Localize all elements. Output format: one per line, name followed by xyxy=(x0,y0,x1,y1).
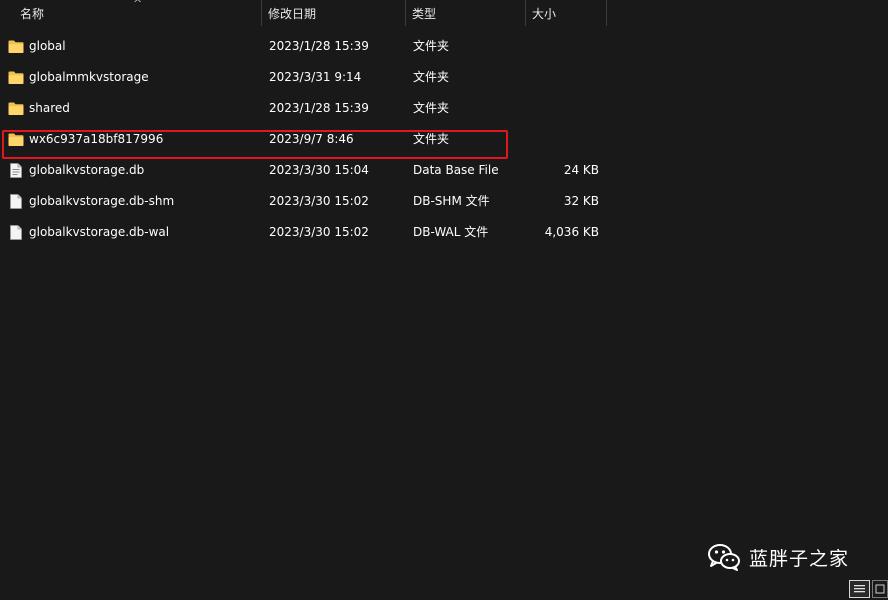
file-size xyxy=(527,31,599,62)
column-divider[interactable] xyxy=(606,0,607,26)
file-name: globalkvstorage.db-wal xyxy=(29,225,170,239)
column-header-name-label: 名称 xyxy=(20,7,45,21)
large-icons-view-button[interactable] xyxy=(872,580,888,598)
file-modified-date: 2023/3/30 15:02 xyxy=(269,194,369,208)
file-name: globalmmkvstorage xyxy=(29,70,149,84)
file-type: 文件夹 xyxy=(413,101,450,115)
column-header-bar: 名称 ^ 修改日期 类型 大小 xyxy=(0,0,888,26)
file-row[interactable]: global 2023/1/28 15:39 文件夹 xyxy=(0,31,610,62)
watermark-text: 蓝胖子之家 xyxy=(749,547,850,570)
file-size: 24 KB xyxy=(563,163,599,177)
sort-chevron-icon: ^ xyxy=(133,0,143,10)
file-modified-date: 2023/1/28 15:39 xyxy=(269,39,369,53)
column-header-size[interactable]: 大小 xyxy=(526,0,606,26)
file-size xyxy=(527,124,599,155)
file-modified-date: 2023/1/28 15:39 xyxy=(269,101,369,115)
folder-icon xyxy=(8,39,24,54)
file-modified-date: 2023/3/30 15:04 xyxy=(269,163,369,177)
file-name: shared xyxy=(29,101,70,115)
file-row[interactable]: globalmmkvstorage 2023/3/31 9:14 文件夹 xyxy=(0,62,610,93)
file-size: 4,036 KB xyxy=(544,225,599,239)
file-modified-date: 2023/3/30 15:02 xyxy=(269,225,369,239)
folder-icon xyxy=(8,70,24,85)
watermark: 蓝胖子之家 xyxy=(707,541,849,573)
file-icon xyxy=(8,194,24,209)
file-row[interactable]: globalkvstorage.db 2023/3/30 15:04 Data Ba… xyxy=(0,155,610,186)
folder-icon xyxy=(8,101,24,116)
file-size: 32 KB xyxy=(563,194,599,208)
file-row[interactable]: globalkvstorage.db-shm 2023/3/30 15:02 DB-… xyxy=(0,186,610,217)
file-type: 文件夹 xyxy=(413,39,450,53)
column-header-size-label: 大小 xyxy=(532,7,557,21)
column-header-date-label: 修改日期 xyxy=(268,7,317,21)
file-type: DB-WAL 文件 xyxy=(413,225,489,239)
file-type: 文件夹 xyxy=(413,70,450,84)
column-header-type-label: 类型 xyxy=(412,7,437,21)
file-type: Data Base File xyxy=(413,163,499,177)
file-icon xyxy=(8,225,24,240)
file-row[interactable]: globalkvstorage.db-wal 2023/3/30 15:02 DB-… xyxy=(0,217,610,248)
wechat-icon xyxy=(708,544,740,571)
details-view-icon xyxy=(854,585,865,593)
details-view-button[interactable] xyxy=(849,580,870,598)
highlight-box xyxy=(2,130,508,159)
file-modified-date: 2023/3/31 9:14 xyxy=(269,70,362,84)
file-name: globalkvstorage.db xyxy=(29,163,145,177)
column-header-date[interactable]: 修改日期 xyxy=(262,0,405,26)
file-name: global xyxy=(29,39,66,53)
column-header-type[interactable]: 类型 xyxy=(406,0,525,26)
file-row[interactable]: shared 2023/1/28 15:39 文件夹 xyxy=(0,93,610,124)
file-size xyxy=(527,93,599,124)
large-icons-view-icon xyxy=(875,584,885,594)
file-size xyxy=(527,62,599,93)
db-file-icon xyxy=(8,163,24,178)
file-type: DB-SHM 文件 xyxy=(413,194,490,208)
file-name: globalkvstorage.db-shm xyxy=(29,194,175,208)
